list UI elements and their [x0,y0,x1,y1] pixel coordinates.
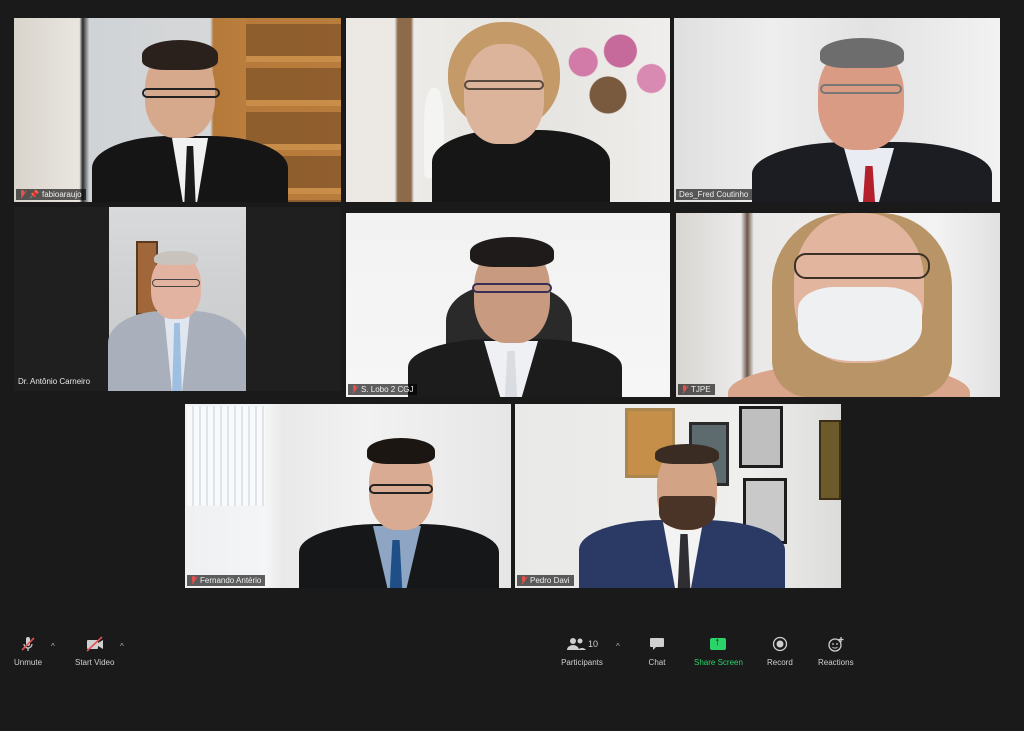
reactions-button[interactable]: Reactions [818,636,854,667]
person-hair [142,40,218,70]
glasses [142,88,220,98]
participant-name-label: Fernando Antério [187,575,266,586]
flowers [546,18,670,128]
chat-icon [646,636,668,652]
video-tile-dr-antonio-carneiro[interactable] [14,207,341,391]
participant-name: fabioaraujo [41,190,82,199]
participant-name: Des_Fred Coutinho [679,190,749,199]
glasses [464,80,544,90]
unmute-button[interactable]: Unmute [14,636,42,667]
window-blinds [187,406,265,506]
record-icon [769,636,791,652]
participant-name: S. Lobo 2 CGJ [361,385,414,394]
record-label: Record [767,658,793,667]
video-tile-pedro-davi[interactable]: Pedro Davi [515,404,841,588]
glasses [820,84,902,94]
glasses [794,253,930,279]
person-hair [367,438,435,464]
participant-name-label: S. Lobo 2 CGJ [348,384,418,395]
video-tile-participant-2[interactable] [346,18,670,202]
beard [659,496,715,530]
unmute-label: Unmute [14,658,43,667]
share-screen-icon [707,636,729,652]
video-options-chevron-icon[interactable]: ^ [120,642,124,651]
record-button[interactable]: Record [767,636,793,667]
person-hair [154,251,198,265]
frame-3 [739,406,783,468]
chat-button[interactable]: Chat [646,636,668,667]
person-hair [820,38,904,68]
person-head [464,44,544,144]
participants-chevron-icon[interactable]: ^ [616,642,620,651]
participant-name-label: Des_Fred Coutinho [676,189,753,200]
muted-mic-icon [351,385,358,394]
person-hair [470,237,554,267]
muted-microphone-icon [17,636,39,652]
reactions-label: Reactions [818,658,854,667]
audio-options-chevron-icon[interactable]: ^ [51,642,55,651]
video-tile-fernando-anterio[interactable]: Fernando Antério [185,404,511,588]
start-video-label: Start Video [75,658,115,667]
meeting-toolbar: Unmute ^ Start Video ^ 10 Participants ^… [0,630,1024,680]
share-screen-label: Share Screen [694,658,743,667]
video-off-icon [84,636,106,652]
participants-icon: 10 [560,636,604,652]
participant-name: Pedro Davi [530,576,570,585]
muted-mic-icon [681,385,688,394]
participant-name-label: 📌 fabioaraujo [16,189,86,200]
participant-name-label: Pedro Davi [517,575,574,586]
participant-name: Fernando Antério [200,576,262,585]
face-mask [798,287,922,361]
participant-name: Dr. Antônio Carneiro [18,377,91,386]
start-video-button[interactable]: Start Video [75,636,114,667]
muted-mic-icon [520,576,527,585]
person-hair [655,444,719,464]
participants-count: 10 [587,639,598,649]
participant-name: TJPE [691,385,711,394]
video-tile-s-lobo-2-cgj[interactable]: S. Lobo 2 CGJ [346,213,670,397]
participants-button[interactable]: 10 Participants [560,636,604,667]
video-tile-tjpe[interactable]: TJPE [676,213,1000,397]
glasses [152,279,200,287]
frame-5 [819,420,841,500]
smiley-plus-icon [825,636,847,652]
glasses [472,283,552,293]
video-tile-fabioaraujo[interactable]: 📌 fabioaraujo [14,18,341,202]
muted-mic-icon [190,576,197,585]
muted-mic-icon [19,190,26,199]
pin-icon: 📌 [29,190,39,199]
chat-label: Chat [648,658,666,667]
participants-label: Participants [561,658,603,667]
share-screen-button[interactable]: Share Screen [694,636,743,667]
glasses [369,484,433,494]
video-tile-des-fred-coutinho[interactable]: Des_Fred Coutinho [674,18,1000,202]
participant-name-label: TJPE [678,384,715,395]
